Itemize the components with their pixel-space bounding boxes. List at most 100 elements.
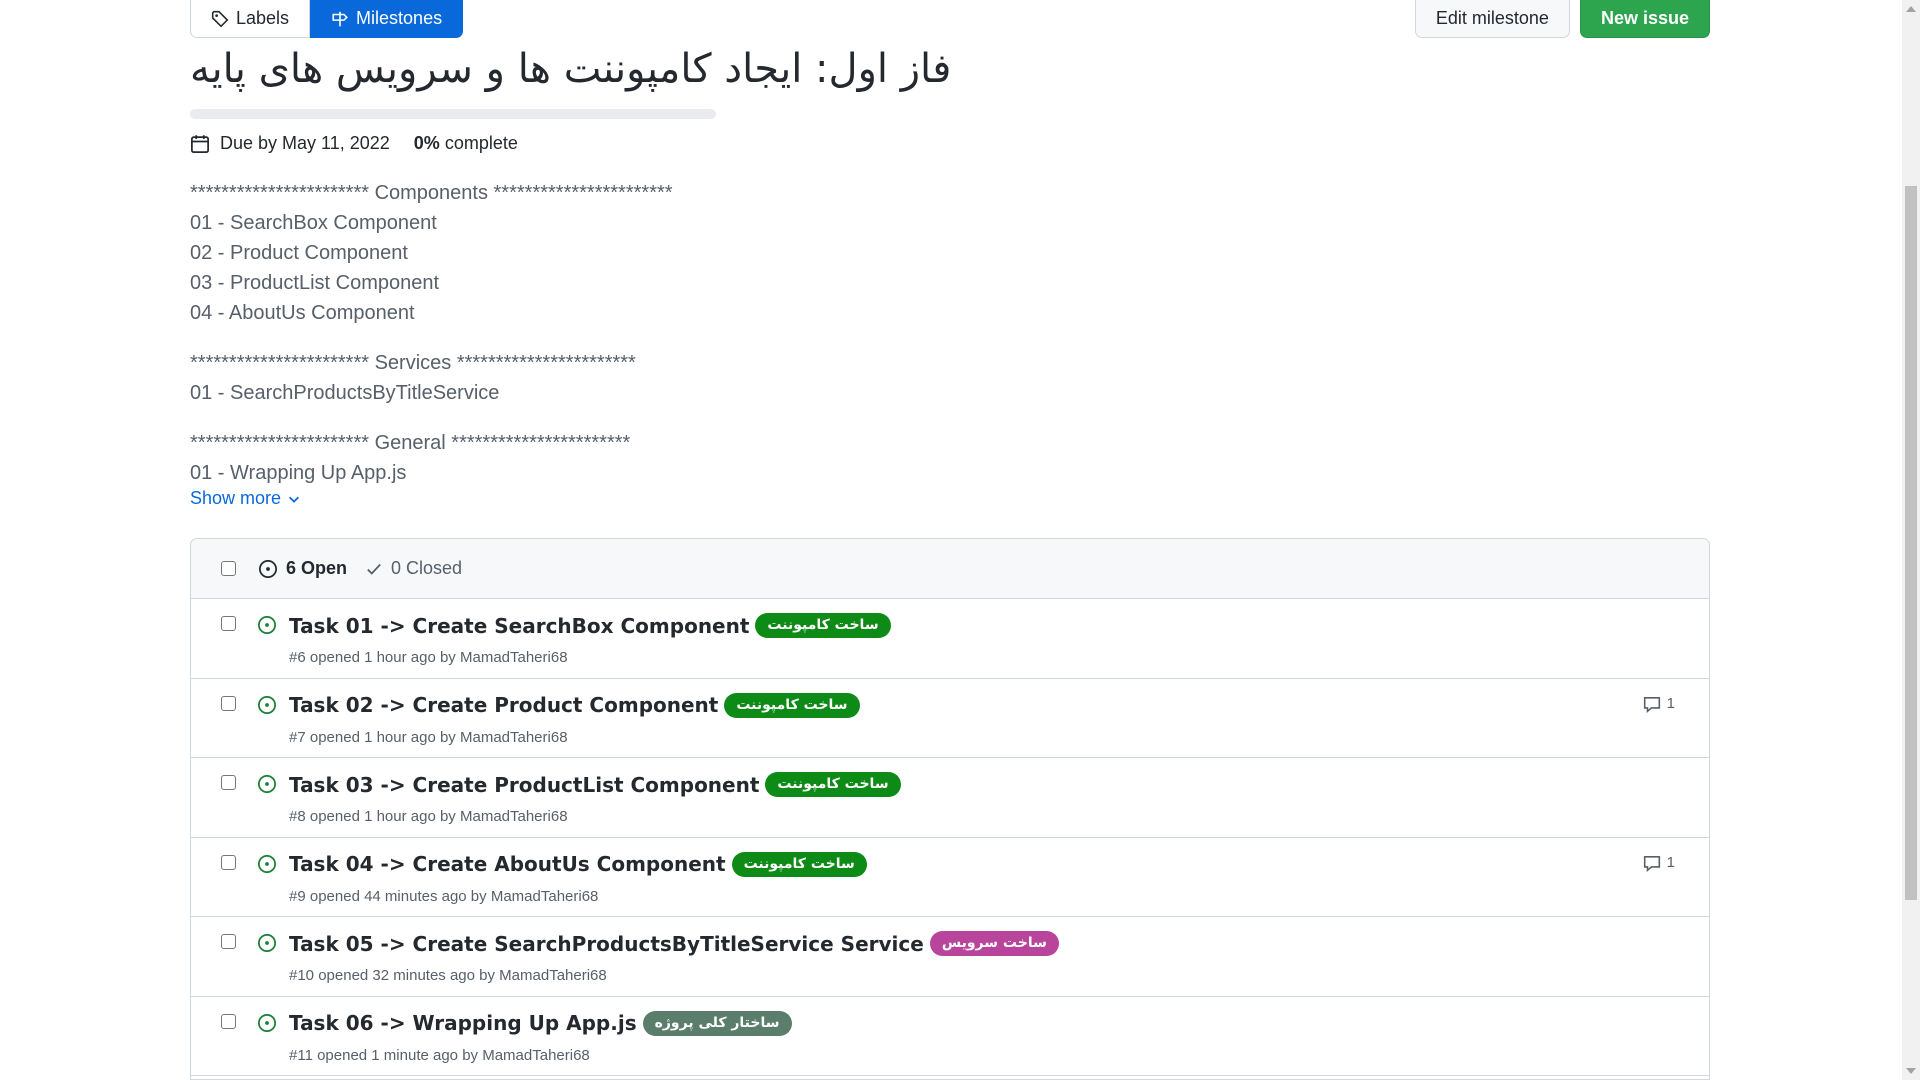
milestones-tab-label: Milestones [356, 8, 443, 28]
scroll-thumb[interactable] [1905, 186, 1917, 900]
issues-header: 6 Open 0 Closed [191, 539, 1709, 599]
issue-meta: #11 opened 1 minute ago by MamadTaheri68 [289, 1047, 590, 1064]
closed-count: 0 Closed [391, 558, 463, 578]
issue-author[interactable]: MamadTaheri68 [482, 1047, 590, 1064]
issue-meta: #10 opened 32 minutes ago by MamadTaheri… [289, 967, 607, 984]
milestone-icon [332, 11, 348, 26]
issue-row[interactable]: Task 06 -> Wrapping Up App.js ساختار کلی … [191, 997, 1709, 1076]
issue-checkbox[interactable] [221, 934, 236, 949]
issue-title-line: Task 01 -> Create SearchBox Component ساخ… [289, 613, 891, 638]
check-icon [367, 563, 381, 575]
issue-opened-icon [258, 616, 276, 634]
issue-checkbox[interactable] [221, 616, 236, 631]
chevron-down-icon [289, 496, 300, 503]
issue-meta: #9 opened 44 minutes ago by MamadTaheri6… [289, 888, 598, 905]
component-item: 02 - Product Component [190, 242, 408, 264]
issue-row[interactable]: Task 03 -> Create ProductList Component س… [191, 758, 1709, 838]
show-more-label: Show more [190, 488, 282, 508]
select-all-checkbox[interactable] [221, 561, 236, 576]
issue-title-line: Task 04 -> Create AboutUs Component ساخت … [289, 851, 867, 877]
issue-author[interactable]: MamadTaheri68 [460, 729, 568, 746]
new-issue-button[interactable]: New issue [1579, 0, 1710, 38]
closed-issues-filter[interactable]: 0 Closed [365, 558, 462, 579]
open-issues-filter[interactable]: 6 Open [258, 558, 347, 579]
service-item: 01 - SearchProductsByTitleService [190, 382, 500, 404]
issue-label[interactable]: ساخت کامپوننت [755, 613, 891, 638]
issue-title[interactable]: Task 02 -> Create Product Component [289, 693, 718, 717]
component-item: 04 - AboutUs Component [190, 302, 415, 324]
issue-row[interactable]: Task 05 -> Create SearchProductsByTitleS… [191, 917, 1709, 997]
issues-list: 6 Open 0 Closed Task 01 -> Create Search… [190, 538, 1710, 1080]
services-header: *********************** Services *******… [190, 352, 636, 374]
issue-label[interactable]: ساخت کامپوننت [765, 772, 901, 797]
scroll-up-arrow[interactable] [1906, 6, 1916, 12]
issue-author[interactable]: MamadTaheri68 [499, 967, 607, 984]
open-count: 6 Open [286, 558, 348, 578]
show-more-link[interactable]: Show more [190, 488, 301, 509]
issue-opened-icon [258, 695, 276, 714]
issue-row[interactable]: Task 01 -> Create SearchBox Component ساخ… [191, 599, 1709, 679]
issue-title-line: Task 02 -> Create Product Component ساخت … [289, 692, 860, 718]
comments-link[interactable]: 1 [1643, 695, 1675, 713]
comments-count: 1 [1666, 854, 1675, 871]
completion-percent: 0% [413, 133, 440, 153]
general-section: *********************** General ********… [190, 428, 673, 488]
issue-meta-text: #9 opened 44 minutes ago by [289, 887, 487, 905]
issue-meta: #7 opened 1 hour ago by MamadTaheri68 [289, 729, 568, 746]
milestone-title: فاز اول: ایجاد کامپوننت ها و سرویس های پ… [190, 46, 952, 92]
labels-tab[interactable]: Labels [190, 0, 311, 38]
issue-author[interactable]: MamadTaheri68 [491, 888, 599, 905]
components-header: *********************** Components *****… [190, 182, 673, 204]
comments-count: 1 [1666, 695, 1675, 712]
calendar-icon [191, 134, 209, 153]
issue-author[interactable]: MamadTaheri68 [460, 649, 568, 666]
issue-title[interactable]: Task 06 -> Wrapping Up App.js [289, 1011, 637, 1035]
issue-title[interactable]: Task 01 -> Create SearchBox Component [289, 614, 749, 638]
comment-icon [1643, 696, 1660, 713]
milestone-actions: Edit milestone New issue [1414, 0, 1710, 38]
issue-label[interactable]: ساخت کامپوننت [724, 692, 860, 718]
issue-meta: #6 opened 1 hour ago by MamadTaheri68 [289, 649, 568, 666]
milestones-tab[interactable]: Milestones [310, 0, 464, 38]
issue-checkbox[interactable] [221, 1013, 236, 1029]
issue-label[interactable]: ساختار کلی پروژه [642, 1010, 792, 1036]
issue-title-line: Task 03 -> Create ProductList Component س… [289, 772, 901, 797]
comments-link[interactable]: 1 [1643, 854, 1675, 872]
scrollbar[interactable] [1902, 0, 1920, 1080]
issue-row[interactable]: Task 04 -> Create AboutUs Component ساخت … [191, 838, 1709, 917]
issue-row[interactable]: Task 02 -> Create Product Component ساخت … [191, 679, 1709, 758]
issue-opened-icon [258, 775, 276, 793]
milestone-description: *********************** Components *****… [190, 178, 673, 508]
issue-meta-text: #7 opened 1 hour ago by [289, 728, 456, 746]
issue-meta-text: #10 opened 32 minutes ago by [289, 967, 495, 984]
issue-author[interactable]: MamadTaheri68 [460, 808, 568, 825]
labels-tab-label: Labels [236, 8, 290, 28]
issue-opened-icon [258, 1013, 276, 1032]
issue-label[interactable]: ساخت کامپوننت [731, 851, 867, 877]
issue-meta: #8 opened 1 hour ago by MamadTaheri68 [289, 808, 568, 825]
comment-icon [1643, 855, 1660, 872]
scroll-down-arrow[interactable] [1906, 1068, 1916, 1074]
tag-icon [211, 10, 229, 27]
issue-title[interactable]: Task 03 -> Create ProductList Component [289, 773, 759, 797]
issue-title[interactable]: Task 05 -> Create SearchProductsByTitleS… [289, 932, 924, 956]
issue-opened-icon [259, 559, 277, 578]
completion: 0% complete [414, 133, 518, 154]
components-section: *********************** Components *****… [190, 178, 673, 328]
issue-title-line: Task 05 -> Create SearchProductsByTitleS… [289, 931, 1059, 956]
general-item: 01 - Wrapping Up App.js [190, 462, 407, 484]
edit-milestone-button[interactable]: Edit milestone [1414, 0, 1570, 38]
milestone-progress-bar [190, 109, 716, 119]
completion-label: complete [444, 133, 518, 153]
issue-label[interactable]: ساخت سرویس [929, 931, 1059, 956]
issue-title[interactable]: Task 04 -> Create AboutUs Component [289, 852, 726, 876]
issue-checkbox[interactable] [221, 775, 236, 790]
issue-rows: Task 01 -> Create SearchBox Component ساخ… [191, 599, 1709, 1076]
issue-opened-icon [258, 854, 276, 873]
issue-meta-text: #11 opened 1 minute ago by [289, 1046, 479, 1064]
general-header: *********************** General ********… [190, 432, 631, 454]
due-date: Due by May 11, 2022 [220, 133, 390, 153]
issue-checkbox[interactable] [221, 854, 236, 870]
issue-checkbox[interactable] [221, 695, 236, 711]
milestone-meta: Due by May 11, 2022 0% complete [190, 133, 518, 154]
